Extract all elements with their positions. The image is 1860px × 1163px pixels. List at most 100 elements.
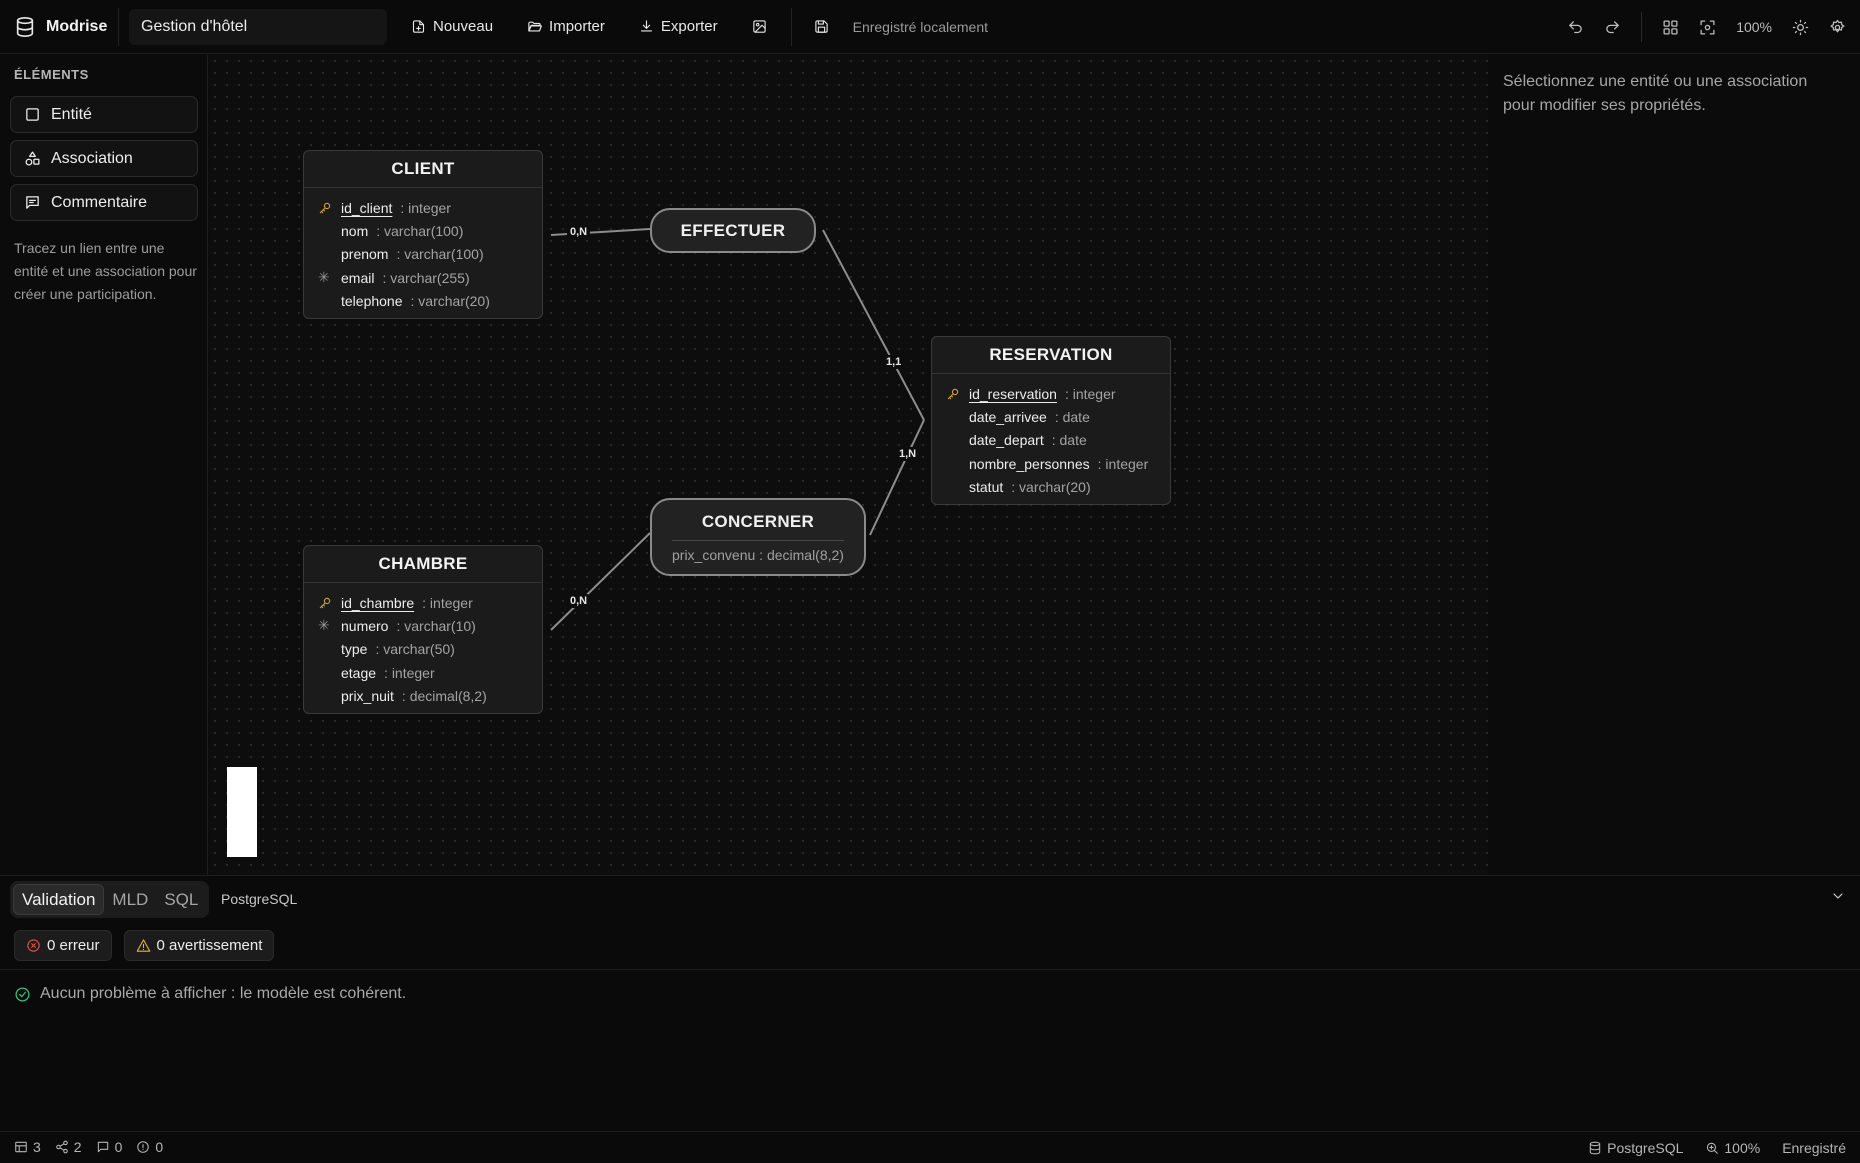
errors-pill[interactable]: 0 erreur: [14, 930, 112, 961]
tab-mld[interactable]: MLD: [104, 884, 156, 915]
validation-message: Aucun problème à afficher : le modèle es…: [14, 985, 406, 1003]
attribute-type: : integer: [422, 594, 473, 611]
attribute-row[interactable]: telephone : varchar(20): [304, 289, 542, 312]
attribute-type: : varchar(20): [1011, 478, 1091, 495]
association-concerner[interactable]: CONCERNER prix_convenu : decimal(8,2): [650, 498, 866, 576]
attribute-name: date_depart: [969, 432, 1044, 449]
attribute-row[interactable]: prix_nuit : decimal(8,2): [304, 684, 542, 707]
entity-reservation[interactable]: RESERVATION id_reservation : integer dat…: [931, 336, 1171, 506]
link-client-effectuer[interactable]: [550, 228, 651, 236]
link-chambre-concerner[interactable]: [550, 532, 651, 631]
cardinality-label[interactable]: 0,N: [567, 594, 591, 608]
comment-icon: [97, 1141, 108, 1153]
entities-count: 3: [14, 1139, 41, 1155]
association-attribute: prix_convenu : decimal(8,2): [672, 539, 844, 563]
tab-sql[interactable]: SQL: [156, 884, 206, 915]
attribute-row[interactable]: nombre_personnes : integer: [932, 452, 1170, 475]
new-button[interactable]: Nouveau: [401, 10, 503, 44]
association-title: CONCERNER: [701, 511, 815, 531]
attribute-type: : date: [1054, 408, 1090, 425]
divider: [0, 969, 1860, 970]
entity-title: CHAMBRE: [304, 546, 542, 583]
attribute-row[interactable]: statut : varchar(20): [932, 475, 1170, 498]
redo-icon[interactable]: [1604, 19, 1621, 36]
attribute-type: : varchar(50): [375, 641, 455, 658]
entity-chambre[interactable]: CHAMBRE id_chambre : integer ✳ numero : …: [303, 545, 543, 715]
attribute-name: statut: [969, 478, 1004, 495]
attribute-name: date_arrivee: [969, 408, 1047, 425]
attribute-type: : integer: [1097, 455, 1149, 472]
link-effectuer-reservation[interactable]: [822, 229, 925, 421]
status-zoom-label: 100%: [1724, 1139, 1761, 1156]
attribute-row[interactable]: ✳ email : varchar(255): [304, 266, 542, 289]
fit-view-icon[interactable]: [1699, 19, 1716, 36]
square-icon: [26, 108, 39, 121]
database-icon: [1589, 1141, 1601, 1154]
attribute-row[interactable]: ✳ numero : varchar(10): [304, 614, 542, 637]
folder-open-icon: [528, 21, 542, 32]
import-label: Importer: [549, 18, 605, 35]
attribute-row[interactable]: id_client : integer: [304, 196, 542, 219]
cardinality-label[interactable]: 1,N: [896, 447, 920, 461]
validation-message-text: Aucun problème à afficher : le modèle es…: [40, 985, 407, 1002]
association-effectuer[interactable]: EFFECTUER: [650, 208, 816, 253]
save-button[interactable]: [804, 10, 839, 44]
bottom-panel: Validation MLD SQL PostgreSQL 0 erreur 0…: [0, 875, 1860, 1131]
attribute-row[interactable]: prenom : varchar(100): [304, 243, 542, 266]
attribute-row[interactable]: etage : integer: [304, 661, 542, 684]
tool-entity-label: Entité: [51, 105, 92, 123]
status-dialect: PostgreSQL: [1588, 1140, 1683, 1156]
status-zoom: 100%: [1705, 1140, 1760, 1156]
layout-grid-icon[interactable]: [1662, 19, 1679, 36]
export-image-button[interactable]: [742, 10, 777, 44]
zoom-level[interactable]: 100%: [1736, 19, 1772, 35]
attribute-row[interactable]: date_depart : date: [932, 429, 1170, 452]
undo-icon[interactable]: [1567, 19, 1584, 36]
status-right: PostgreSQL 100% Enregistré: [1588, 1132, 1846, 1163]
sun-icon[interactable]: [1792, 19, 1809, 36]
settings-icon[interactable]: [1829, 19, 1846, 36]
attribute-row[interactable]: type : varchar(50): [304, 638, 542, 661]
associations-count-value: 2: [73, 1139, 82, 1155]
file-plus-icon: [412, 20, 425, 33]
attribute-name: telephone: [341, 292, 403, 309]
tool-comment-label: Commentaire: [51, 193, 148, 211]
comments-count: 0: [96, 1139, 122, 1155]
issues-count: 0: [136, 1139, 163, 1155]
attribute-row[interactable]: id_chambre : integer: [304, 591, 542, 614]
link-concerner-reservation[interactable]: [869, 419, 925, 536]
tool-entity[interactable]: Entité: [10, 96, 198, 133]
export-button[interactable]: Exporter: [629, 10, 728, 44]
attribute-type: : date: [1051, 432, 1087, 449]
attribute-name: nombre_personnes: [969, 455, 1090, 472]
status-dialect-label: PostgreSQL: [1607, 1139, 1684, 1156]
sql-dialect[interactable]: PostgreSQL: [221, 891, 297, 907]
shapes-icon: [25, 151, 40, 166]
warnings-pill[interactable]: 0 avertissement: [123, 930, 275, 961]
document-title-input[interactable]: Gestion d'hôtel: [129, 8, 387, 45]
tool-association[interactable]: Association: [10, 140, 198, 177]
elements-section-title: ÉLÉMENTS: [14, 67, 89, 82]
minimap[interactable]: [227, 767, 257, 857]
download-icon: [640, 20, 652, 32]
cardinality-label[interactable]: 1,1: [883, 355, 905, 369]
share-icon: [56, 1140, 68, 1154]
associations-count: 2: [55, 1139, 82, 1155]
save-status: Enregistré localement: [852, 18, 989, 35]
tool-comment[interactable]: Commentaire: [10, 184, 198, 221]
status-save-state: Enregistré: [1782, 1139, 1846, 1156]
attribute-row[interactable]: date_arrivee : date: [932, 405, 1170, 428]
check-circle-icon: [15, 986, 30, 1002]
validation-summary: 0 erreur 0 avertissement: [14, 930, 275, 961]
attribute-name: etage: [341, 664, 377, 681]
warnings-label: 0 avertissement: [156, 937, 263, 954]
import-button[interactable]: Importer: [517, 10, 615, 44]
chevron-down-icon[interactable]: [1830, 888, 1846, 904]
diagram-canvas[interactable]: CLIENT id_client : integer nom : varchar…: [209, 55, 1488, 875]
attribute-row[interactable]: nom : varchar(100): [304, 219, 542, 242]
attribute-row[interactable]: id_reservation : integer: [932, 382, 1170, 405]
tab-validation[interactable]: Validation: [13, 884, 105, 915]
errors-label: 0 erreur: [47, 937, 100, 954]
cardinality-label[interactable]: 0,N: [567, 225, 591, 239]
entity-client[interactable]: CLIENT id_client : integer nom : varchar…: [303, 150, 543, 320]
